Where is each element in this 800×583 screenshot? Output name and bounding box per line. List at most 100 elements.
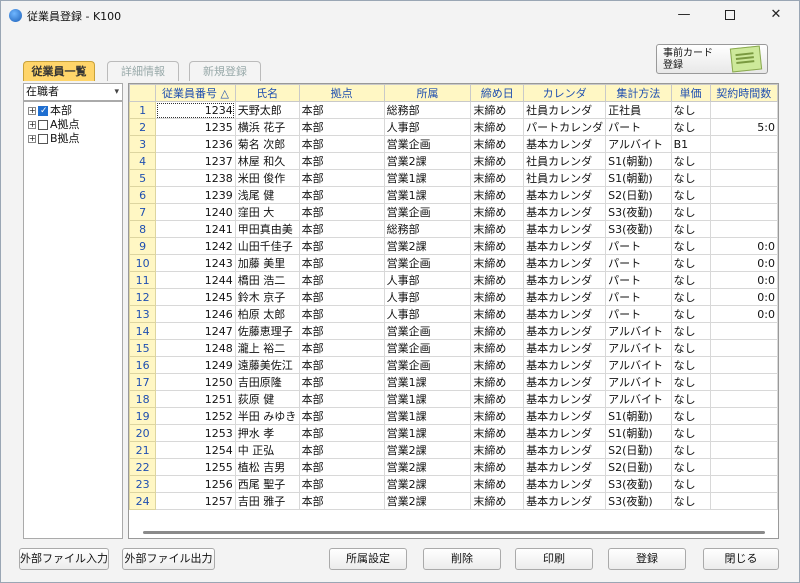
table-cell[interactable] bbox=[709, 475, 778, 493]
import-file-button[interactable]: 外部ファイル入力 bbox=[19, 548, 109, 570]
table-cell[interactable]: なし bbox=[670, 441, 711, 459]
table-cell[interactable]: なし bbox=[670, 288, 711, 306]
table-cell[interactable]: 中 正弘 bbox=[234, 441, 300, 459]
table-cell[interactable]: 1240 bbox=[155, 203, 236, 221]
table-cell[interactable]: 営業2課 bbox=[383, 152, 472, 170]
table-cell[interactable]: 本部 bbox=[298, 441, 385, 459]
table-cell[interactable]: パート bbox=[605, 271, 672, 289]
table-cell[interactable]: 基本カレンダ bbox=[523, 254, 607, 272]
table-cell[interactable]: 1236 bbox=[155, 135, 236, 153]
table-cell[interactable]: なし bbox=[670, 424, 711, 442]
table-cell[interactable]: なし bbox=[670, 305, 711, 323]
table-cell[interactable]: 甲田真由美 bbox=[234, 220, 300, 238]
table-cell[interactable]: 1245 bbox=[155, 288, 236, 306]
table-cell[interactable]: 基本カレンダ bbox=[523, 492, 607, 510]
table-cell[interactable]: パート bbox=[605, 254, 672, 272]
table-cell[interactable]: なし bbox=[670, 237, 711, 255]
table-cell[interactable]: 基本カレンダ bbox=[523, 135, 607, 153]
table-cell[interactable]: 基本カレンダ bbox=[523, 322, 607, 340]
table-cell[interactable]: 基本カレンダ bbox=[523, 373, 607, 391]
table-cell[interactable]: 基本カレンダ bbox=[523, 339, 607, 357]
column-header[interactable]: 締め日 bbox=[470, 84, 525, 102]
table-row[interactable]: 1 1234 天野太郎 本部 総務部 末締め 社員カレンダ 正社員 なし bbox=[129, 101, 778, 119]
table-cell[interactable]: 総務部 bbox=[383, 220, 472, 238]
tree-checkbox[interactable] bbox=[38, 134, 48, 144]
table-cell[interactable]: なし bbox=[670, 390, 711, 408]
table-cell[interactable]: パート bbox=[605, 305, 672, 323]
table-cell[interactable]: 社員カレンダ bbox=[523, 152, 607, 170]
table-cell[interactable]: 基本カレンダ bbox=[523, 203, 607, 221]
table-cell[interactable]: 1239 bbox=[155, 186, 236, 204]
table-cell[interactable]: S3(夜勤) bbox=[605, 203, 672, 221]
expand-icon[interactable]: + bbox=[28, 121, 36, 129]
table-cell[interactable]: 山田千佳子 bbox=[234, 237, 300, 255]
table-cell[interactable] bbox=[709, 407, 778, 425]
table-cell[interactable]: 0:0 bbox=[709, 305, 778, 323]
table-cell[interactable]: なし bbox=[670, 475, 711, 493]
table-cell[interactable]: 鈴木 京子 bbox=[234, 288, 300, 306]
table-cell[interactable]: 窪田 大 bbox=[234, 203, 300, 221]
table-cell[interactable]: S1(朝勤) bbox=[605, 407, 672, 425]
table-cell[interactable]: S1(朝勤) bbox=[605, 169, 672, 187]
table-cell[interactable]: 5:0 bbox=[709, 118, 778, 136]
table-cell[interactable]: 横浜 花子 bbox=[234, 118, 300, 136]
table-cell[interactable]: 社員カレンダ bbox=[523, 169, 607, 187]
table-row[interactable]: 18 1251 荻原 健本部 営業1課 末締め 基本カレンダ アルバイト なし bbox=[129, 390, 778, 408]
table-cell[interactable]: 末締め bbox=[470, 203, 525, 221]
table-cell[interactable]: 営業2課 bbox=[383, 237, 472, 255]
table-cell[interactable]: 営業1課 bbox=[383, 373, 472, 391]
table-cell[interactable]: なし bbox=[670, 407, 711, 425]
horizontal-scrollbar[interactable] bbox=[143, 531, 765, 534]
tree-checkbox[interactable] bbox=[38, 104, 48, 118]
table-cell[interactable]: 末締め bbox=[470, 441, 525, 459]
table-cell[interactable]: 1238 bbox=[155, 169, 236, 187]
delete-button[interactable]: 削除 bbox=[423, 548, 501, 570]
table-cell[interactable]: 営業2課 bbox=[383, 475, 472, 493]
close-button[interactable]: 閉じる bbox=[703, 548, 779, 570]
table-cell[interactable]: 基本カレンダ bbox=[523, 271, 607, 289]
table-cell[interactable]: 本部 bbox=[298, 169, 385, 187]
table-cell[interactable]: なし bbox=[670, 356, 711, 374]
column-header[interactable]: 氏名 bbox=[234, 84, 300, 102]
table-cell[interactable]: なし bbox=[670, 322, 711, 340]
table-cell[interactable]: 末締め bbox=[470, 305, 525, 323]
table-cell[interactable]: アルバイト bbox=[605, 322, 672, 340]
table-cell[interactable]: 本部 bbox=[298, 203, 385, 221]
table-cell[interactable]: 1249 bbox=[155, 356, 236, 374]
table-cell[interactable]: 末締め bbox=[470, 322, 525, 340]
table-cell[interactable]: 本部 bbox=[298, 220, 385, 238]
table-cell[interactable]: パート bbox=[605, 237, 672, 255]
table-cell[interactable]: なし bbox=[670, 118, 711, 136]
table-cell[interactable]: 末締め bbox=[470, 288, 525, 306]
table-cell[interactable]: 末締め bbox=[470, 356, 525, 374]
table-cell[interactable]: 菊名 次郎 bbox=[234, 135, 300, 153]
table-cell[interactable]: S2(日勤) bbox=[605, 441, 672, 459]
table-cell[interactable]: 1250 bbox=[155, 373, 236, 391]
table-cell[interactable]: 基本カレンダ bbox=[523, 288, 607, 306]
minimize-button[interactable]: — bbox=[661, 1, 707, 29]
table-cell[interactable]: 営業2課 bbox=[383, 441, 472, 459]
table-cell[interactable]: パート bbox=[605, 118, 672, 136]
table-cell[interactable]: 末締め bbox=[470, 492, 525, 510]
table-cell[interactable]: 本部 bbox=[298, 288, 385, 306]
table-cell[interactable]: 末締め bbox=[470, 254, 525, 272]
table-cell[interactable]: 末締め bbox=[470, 271, 525, 289]
table-cell[interactable]: 基本カレンダ bbox=[523, 305, 607, 323]
table-cell[interactable]: 人事部 bbox=[383, 271, 472, 289]
table-cell[interactable] bbox=[709, 339, 778, 357]
table-row[interactable]: 15 1248 瀧上 裕二 本部 営業企画 末締め 基本カレンダ アルバイト なし bbox=[129, 339, 778, 357]
table-cell[interactable]: 1253 bbox=[155, 424, 236, 442]
table-cell[interactable]: 0:0 bbox=[709, 237, 778, 255]
table-cell[interactable]: 本部 bbox=[298, 475, 385, 493]
table-cell[interactable]: 本部 bbox=[298, 237, 385, 255]
table-cell[interactable]: 1247 bbox=[155, 322, 236, 340]
table-cell[interactable]: 末締め bbox=[470, 220, 525, 238]
table-cell[interactable]: 末締め bbox=[470, 237, 525, 255]
table-cell[interactable]: 本部 bbox=[298, 373, 385, 391]
table-cell[interactable]: 加藤 美里 bbox=[234, 254, 300, 272]
table-cell[interactable]: なし bbox=[670, 186, 711, 204]
table-cell[interactable]: アルバイト bbox=[605, 135, 672, 153]
table-cell[interactable] bbox=[709, 390, 778, 408]
table-cell[interactable]: なし bbox=[670, 254, 711, 272]
table-cell[interactable]: 押水 孝 bbox=[234, 424, 300, 442]
